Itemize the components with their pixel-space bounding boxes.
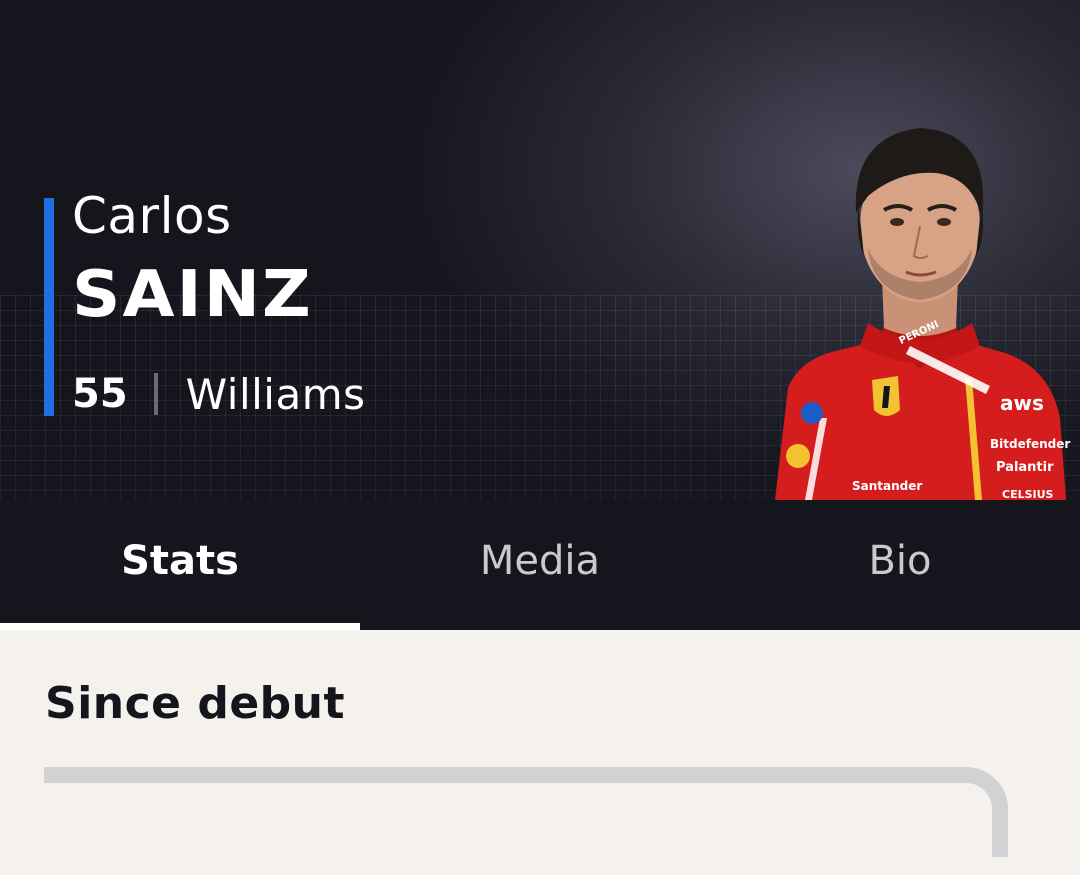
svg-text:Palantir: Palantir (996, 460, 1054, 475)
driver-number: 55 (72, 371, 128, 417)
team-name: Williams (185, 369, 366, 419)
stats-card-frame (44, 767, 1008, 857)
driver-last-name: SAINZ (72, 258, 313, 332)
driver-hero: Carlos SAINZ 55 Williams aws Bitdefender… (0, 0, 1080, 500)
tab-media[interactable]: Media (360, 500, 720, 630)
svg-text:aws: aws (1000, 391, 1044, 415)
team-accent-bar (44, 198, 54, 416)
number-team-divider (153, 373, 158, 415)
tab-bio[interactable]: Bio (720, 500, 1080, 630)
tab-stats-label: Stats (121, 538, 239, 584)
tab-stats[interactable]: Stats (0, 500, 360, 630)
tab-bio-label: Bio (868, 538, 932, 584)
driver-tabs: Stats Media Bio (0, 500, 1080, 630)
active-tab-indicator (0, 623, 360, 630)
driver-portrait: aws Bitdefender Palantir Santander CELSI… (775, 128, 1070, 500)
stats-content: Since debut (0, 630, 1080, 875)
svg-text:CELSIUS: CELSIUS (1002, 488, 1054, 500)
svg-text:Bitdefender: Bitdefender (990, 437, 1070, 451)
driver-number-team: 55 Williams (72, 368, 366, 420)
tab-media-label: Media (479, 538, 601, 584)
driver-first-name: Carlos (72, 187, 232, 245)
svg-text:Santander: Santander (852, 479, 922, 493)
section-title: Since debut (45, 678, 346, 729)
